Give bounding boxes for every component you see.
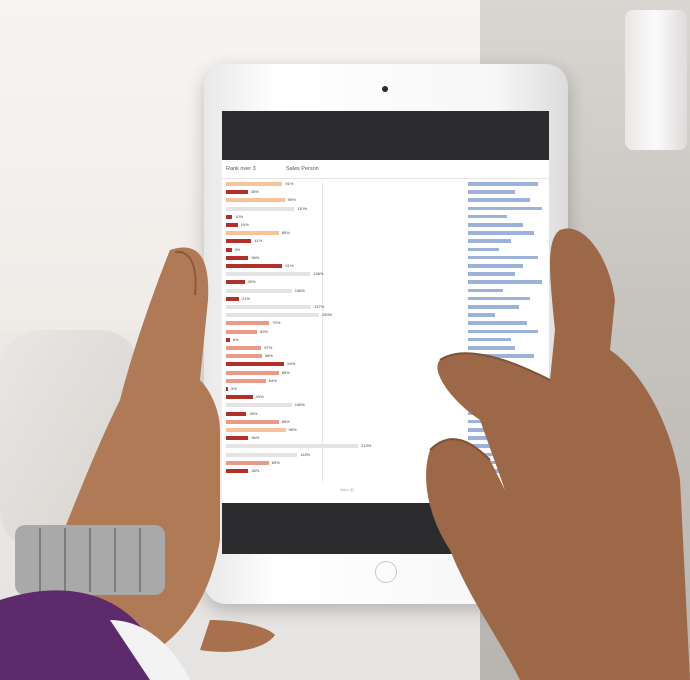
home-button[interactable] xyxy=(375,561,397,583)
bar-label: 136% xyxy=(313,271,324,277)
purple-sleeve xyxy=(0,590,190,680)
bar-label: 85% xyxy=(281,230,290,236)
blue-bar xyxy=(468,206,543,211)
bar xyxy=(226,214,233,219)
bar xyxy=(226,223,238,227)
bar xyxy=(226,198,285,203)
bar-label: 115% xyxy=(300,451,311,457)
bar-label: 106% xyxy=(294,287,305,293)
bar xyxy=(226,231,279,236)
bar xyxy=(226,190,248,195)
dashboard-toolbar: Rank over 3 Sales Person xyxy=(222,160,549,179)
bar-label: 106% xyxy=(294,402,305,408)
bar xyxy=(226,182,283,186)
bar-label: 10% xyxy=(235,213,244,219)
blue-bar xyxy=(468,214,507,219)
bar-label: 95% xyxy=(287,197,296,203)
bar-label: 91% xyxy=(285,181,294,186)
bar-label: 213% xyxy=(361,443,372,449)
sort-field[interactable]: Sales Person xyxy=(286,166,319,172)
rank-filter[interactable]: Rank over 3 xyxy=(226,166,256,172)
blue-bar xyxy=(468,182,539,186)
photo-scene: Rank over 3 Sales Person 91% 35% 95% 110% 10… xyxy=(0,0,690,680)
bar-label: 137% xyxy=(313,304,325,309)
right-hand xyxy=(426,228,690,680)
bar-label: 110% xyxy=(297,205,308,211)
blue-bar xyxy=(468,198,531,202)
background-cup xyxy=(625,10,687,150)
bar-label: 35% xyxy=(250,189,259,195)
bar-label: 150% xyxy=(322,312,333,318)
blue-bar xyxy=(468,190,515,194)
camera-icon xyxy=(382,86,388,92)
bar xyxy=(226,206,295,211)
bar-label: 19% xyxy=(240,222,249,227)
